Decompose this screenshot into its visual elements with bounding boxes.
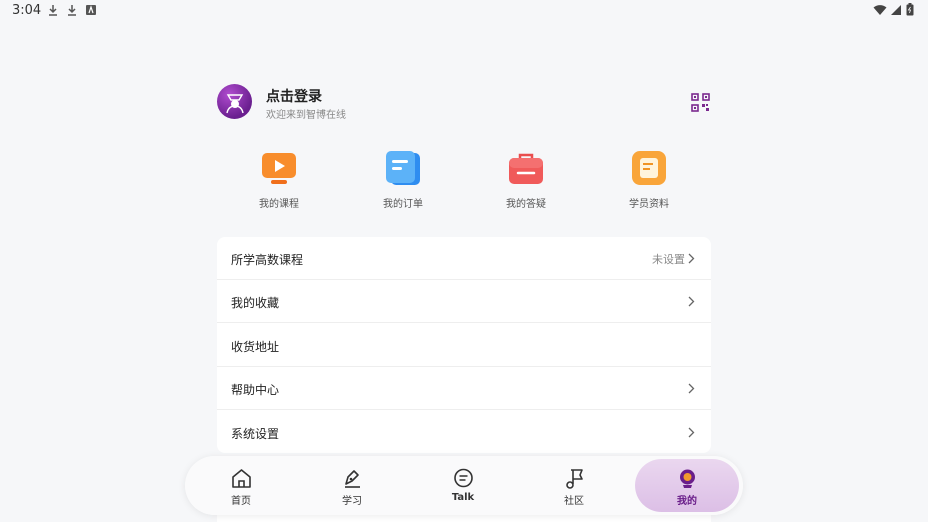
nav-study[interactable]: 学习 [297, 456, 407, 515]
nav-community[interactable]: 社区 [519, 456, 629, 515]
menu-item-address[interactable]: 收货地址 [217, 324, 711, 367]
quick-label: 我的答疑 [506, 199, 546, 210]
community-icon [566, 469, 583, 489]
login-title[interactable]: 点击登录 [266, 86, 322, 106]
menu-item-label: 所学高数课程 [231, 253, 304, 267]
nav-label: 首页 [231, 496, 251, 507]
avatar[interactable] [217, 84, 252, 119]
nav-label: 我的 [677, 496, 697, 507]
chevron-right-icon [688, 427, 695, 438]
login-subtitle: 欢迎来到智博在线 [266, 110, 346, 121]
menu-item-label: 帮助中心 [231, 383, 280, 397]
quick-my-orders[interactable]: 我的订单 [363, 150, 443, 210]
quick-label: 我的课程 [259, 199, 299, 210]
battery-icon [906, 3, 914, 16]
qr-scan-icon[interactable] [691, 93, 710, 112]
study-icon [345, 470, 360, 488]
chevron-right-icon [688, 253, 695, 264]
nav-home[interactable]: 首页 [186, 456, 296, 515]
menu-item-value: 未设置 [652, 253, 685, 266]
quick-label: 学员资料 [629, 199, 669, 210]
nav-label: Talk [451, 492, 475, 503]
menu-item-math-course[interactable]: 所学高数课程 未设置 [217, 237, 711, 280]
bottom-nav: 首页 学习 Talk 社区 我的 [185, 456, 743, 515]
menu-item-favorites[interactable]: 我的收藏 [217, 280, 711, 323]
settings-menu: 所学高数课程 未设置 我的收藏 收货地址 帮助中心 系统设置 [217, 237, 711, 453]
quick-my-courses[interactable]: 我的课程 [239, 150, 319, 210]
quick-my-qa[interactable]: 我的答疑 [486, 150, 566, 210]
nav-label: 社区 [564, 496, 584, 507]
status-bar: 3:04 [0, 0, 928, 22]
avatar-icon [225, 93, 244, 113]
menu-item-label: 收货地址 [231, 340, 280, 354]
talk-icon [454, 468, 473, 488]
download-icon [68, 5, 76, 16]
nav-talk[interactable]: Talk [408, 456, 518, 515]
course-icon [261, 150, 297, 186]
menu-item-help[interactable]: 帮助中心 [217, 367, 711, 410]
wifi-icon [873, 4, 887, 15]
download-icon [49, 5, 57, 16]
status-time: 3:04 [12, 3, 42, 18]
menu-item-label: 系统设置 [231, 427, 280, 441]
menu-item-settings[interactable]: 系统设置 [217, 411, 711, 454]
chevron-right-icon [688, 383, 695, 394]
home-icon [232, 469, 251, 488]
a-icon [86, 5, 96, 15]
qa-icon [508, 150, 544, 186]
chevron-right-icon [688, 296, 695, 307]
nav-mine[interactable]: 我的 [635, 459, 739, 512]
menu-item-label: 我的收藏 [231, 296, 280, 310]
signal-icon [891, 4, 901, 15]
profile-icon [631, 150, 667, 186]
quick-label: 我的订单 [383, 199, 423, 210]
mine-icon [680, 469, 695, 488]
quick-student-profile[interactable]: 学员资料 [609, 150, 689, 210]
order-icon [385, 150, 421, 186]
nav-label: 学习 [342, 496, 362, 507]
